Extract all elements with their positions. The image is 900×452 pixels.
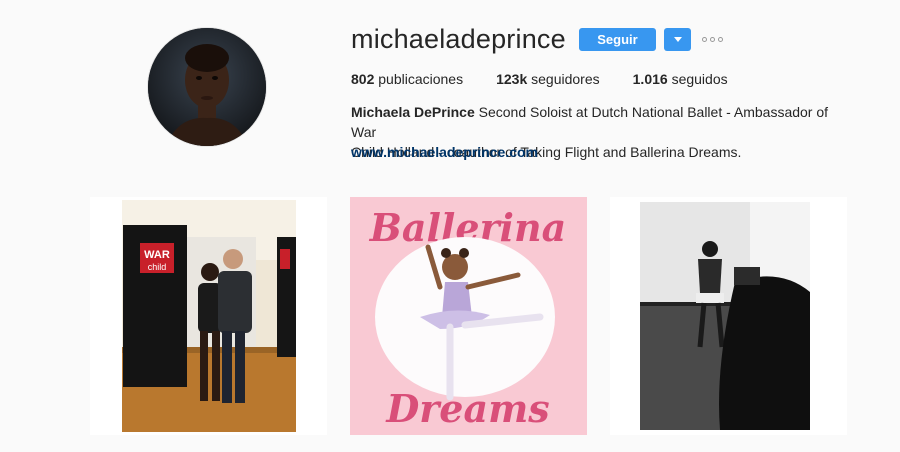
post-thumbnail-1[interactable]: WAR child — [90, 197, 327, 435]
bio-name: Michaela DePrince — [351, 104, 475, 120]
follow-button[interactable]: Seguir — [579, 28, 656, 51]
post-thumbnail-2[interactable]: Ballerina Dreams — [350, 197, 587, 435]
war-child-sign-top: WAR — [144, 249, 170, 261]
book-title-bottom: Dreams — [385, 386, 549, 431]
war-child-sign-bottom: child — [148, 262, 167, 272]
website-link[interactable]: www.michaeladeprince.com — [351, 142, 538, 162]
username: michaeladeprince — [351, 24, 566, 54]
suggestions-dropdown-button[interactable] — [664, 28, 691, 51]
stat-posts: 802 publicaciones — [351, 71, 464, 87]
profile-avatar[interactable] — [147, 27, 267, 147]
more-options-icon[interactable] — [702, 32, 723, 46]
post-thumbnail-3[interactable] — [610, 197, 847, 435]
profile-stats: 802 publicaciones 123k seguidores 1.016 … — [351, 70, 761, 88]
chevron-down-icon — [673, 37, 682, 42]
stat-following[interactable]: 1.016 seguidos — [633, 70, 728, 88]
stat-followers[interactable]: 123k seguidores — [496, 70, 600, 88]
